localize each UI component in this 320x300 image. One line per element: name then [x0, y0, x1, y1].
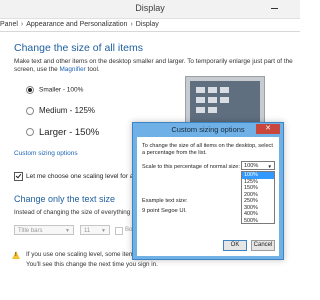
breadcrumb-display[interactable]: Display — [136, 19, 159, 31]
scale-dropdown-list: 100% 125% 150% 200% 250% 300% 400% 500% — [241, 171, 275, 224]
scaling-checkbox-row[interactable]: Let me choose one scaling level for all … — [14, 172, 147, 181]
warning-icon: ! — [12, 251, 20, 259]
breadcrumb-appearance[interactable]: Appearance and Personalization — [26, 19, 127, 31]
warning-text: If you use one scaling level, some items — [26, 251, 138, 258]
size-option-larger[interactable]: Larger - 150% — [26, 127, 99, 138]
address-bar[interactable]: Panel › Appearance and Personalization › Dis… — [0, 19, 300, 32]
preview-tile — [196, 107, 205, 113]
breadcrumb-panel[interactable]: Panel — [0, 19, 18, 31]
size-option-label: Larger - 150% — [39, 127, 100, 138]
sign-in-note: You'll see this change the next time you… — [26, 261, 158, 268]
page-title: Change the size of all items — [14, 42, 143, 54]
custom-sizing-link[interactable]: Custom sizing options — [14, 150, 78, 157]
close-icon[interactable]: ✕ — [256, 124, 280, 134]
example-text-label: Example text size: — [142, 198, 188, 204]
example-text: 9 point Segoe UI. — [142, 208, 187, 214]
dialog-description: To change the size of all items on the d… — [142, 143, 273, 156]
item-select[interactable]: Title bars ▼ — [14, 225, 74, 235]
scale-select[interactable]: 100% ▼ — [241, 161, 275, 170]
scaling-checkbox-label: Let me choose one scaling level for all … — [26, 173, 147, 181]
preview-tile — [220, 97, 229, 103]
dialog-body: To change the size of all items on the d… — [137, 137, 279, 256]
ok-button[interactable]: OK — [223, 240, 247, 251]
size-option-smaller[interactable]: Smaller - 100% — [26, 86, 83, 94]
preview-tile — [196, 97, 205, 103]
title-bar: Display — [0, 0, 300, 19]
preview-tile — [220, 87, 229, 93]
description-text: Make text and other items on the desktop… — [14, 58, 293, 73]
breadcrumb-separator-icon: › — [130, 21, 133, 28]
scale-option[interactable]: 500% — [242, 218, 274, 225]
chevron-down-icon: ▼ — [267, 164, 272, 169]
preview-tile — [208, 97, 217, 103]
chevron-down-icon: ▼ — [65, 228, 70, 234]
radio-medium[interactable] — [26, 106, 34, 115]
minimize-icon[interactable] — [271, 8, 278, 9]
size-description: Make text and other items on the desktop… — [14, 58, 296, 74]
text-size-description: Instead of changing the size of everythi… — [14, 209, 139, 216]
custom-sizing-dialog: Custom sizing options ✕ To change the si… — [132, 122, 284, 260]
description-text-end: tool. — [85, 66, 100, 73]
window-title: Display — [135, 3, 165, 13]
scale-select-value: 100% — [244, 163, 259, 169]
font-size-select[interactable]: 11 ▼ — [80, 225, 110, 235]
radio-smaller[interactable] — [26, 86, 34, 94]
magnifier-link[interactable]: Magnifier — [59, 66, 85, 73]
size-option-label: Smaller - 100% — [39, 86, 84, 94]
preview-tile — [208, 87, 217, 93]
size-option-label: Medium - 125% — [39, 106, 96, 115]
cancel-button[interactable]: Cancel — [251, 240, 275, 251]
breadcrumb-separator-icon: › — [20, 21, 24, 28]
text-size-heading: Change only the text size — [14, 194, 116, 204]
scaling-checkbox[interactable] — [14, 172, 23, 181]
bold-checkbox[interactable] — [115, 227, 123, 235]
preview-tile — [208, 107, 217, 113]
font-size-value: 11 — [84, 228, 91, 234]
preview-screen — [190, 81, 260, 126]
preview-tile — [196, 87, 205, 93]
radio-larger[interactable] — [26, 128, 34, 137]
chevron-down-icon: ▼ — [101, 228, 106, 234]
item-select-value: Title bars — [18, 228, 43, 234]
scale-label: Scale to this percentage of normal size: — [142, 164, 240, 170]
size-option-medium[interactable]: Medium - 125% — [26, 106, 95, 115]
